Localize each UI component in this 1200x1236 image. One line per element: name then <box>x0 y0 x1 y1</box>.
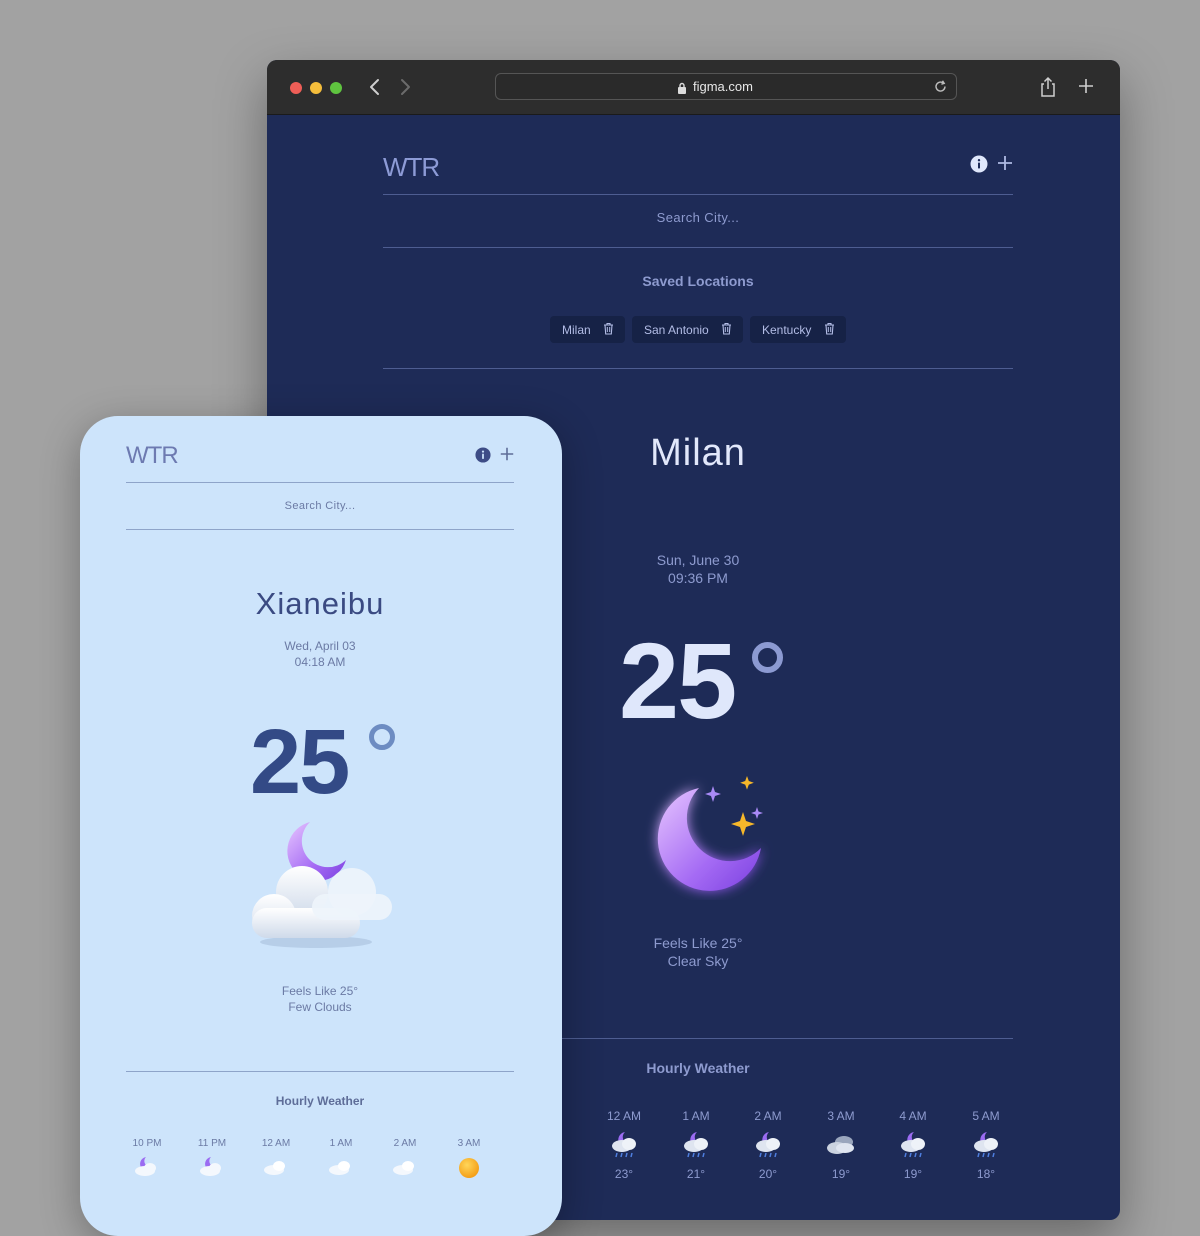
saved-locations-title: Saved Locations <box>642 273 754 289</box>
hour-label: 5 AM <box>972 1109 1000 1123</box>
hourly-item: 5 AM 18° <box>956 1109 1016 1181</box>
back-arrow-icon[interactable] <box>364 74 386 100</box>
time-text: 09:36 PM <box>668 570 728 586</box>
hour-label: 4 AM <box>899 1109 927 1123</box>
info-icon[interactable] <box>970 155 988 178</box>
add-location-plus-icon[interactable] <box>996 154 1014 177</box>
browser-titlebar: figma.com <box>267 60 1120 115</box>
new-tab-plus-icon[interactable] <box>1077 77 1095 100</box>
hourly-item: 3 AM 19° <box>811 1109 871 1181</box>
hour-label: 12 AM <box>606 1109 642 1123</box>
hourly-item: 3 AM <box>444 1138 494 1179</box>
hour-temp: 19° <box>903 1167 923 1181</box>
address-bar[interactable]: figma.com <box>495 73 957 100</box>
hour-label: 11 PM <box>197 1138 227 1149</box>
hourly-item: 2 AM 20° <box>738 1109 798 1181</box>
close-window-button[interactable] <box>290 82 302 94</box>
date-time: Wed, April 03 04:18 AM <box>126 638 514 670</box>
clouds-icon <box>827 1136 854 1154</box>
hour-temp: 18° <box>976 1167 996 1181</box>
zoom-window-button[interactable] <box>330 82 342 94</box>
divider <box>126 529 514 530</box>
hour-label: 3 AM <box>827 1109 855 1123</box>
hourly-weather-title: Hourly Weather <box>275 1094 365 1108</box>
trash-icon[interactable] <box>824 322 835 338</box>
hourly-item: 2 AM <box>380 1138 430 1179</box>
degree-symbol <box>369 724 395 750</box>
hourly-item: 11 PM <box>187 1138 237 1179</box>
info-icon[interactable] <box>475 447 491 468</box>
divider <box>383 368 1013 369</box>
hourly-item: 10 PM <box>122 1138 172 1179</box>
city-name: Xianeibu <box>255 586 385 621</box>
degree-symbol <box>752 642 783 673</box>
feels-like-text: Feels Like 25° <box>281 984 359 998</box>
saved-location-chip[interactable]: San Antonio <box>632 316 743 343</box>
moon-cloud-icon <box>135 1157 156 1176</box>
hour-temp: 23° <box>614 1167 634 1181</box>
moon-cloud-icon <box>200 1157 221 1176</box>
condition-text: Few Clouds <box>288 1000 352 1014</box>
search-city-input[interactable]: Search City... <box>383 210 1013 225</box>
saved-location-name: Milan <box>562 323 591 337</box>
condition-text: Clear Sky <box>667 953 729 969</box>
divider <box>383 194 1013 195</box>
moon-cloud-rain-icon <box>684 1132 708 1158</box>
moon-cloud-rain-icon <box>974 1132 998 1158</box>
forward-arrow-icon[interactable] <box>394 74 416 100</box>
saved-location-chip[interactable]: Kentucky <box>750 316 846 343</box>
add-location-plus-icon[interactable] <box>499 446 515 467</box>
hour-label: 1 AM <box>682 1109 710 1123</box>
feels-like-block: Feels Like 25° Few Clouds <box>126 983 514 1015</box>
moon-cloud-rain-icon <box>756 1132 780 1158</box>
divider <box>126 1071 514 1072</box>
app-logo: WTR <box>383 152 440 182</box>
hour-label: 2 AM <box>754 1109 782 1123</box>
reload-icon[interactable] <box>933 79 948 99</box>
sun-icon <box>459 1158 479 1178</box>
trash-icon[interactable] <box>603 322 614 338</box>
trash-icon[interactable] <box>721 322 732 338</box>
temperature-value: 25 <box>250 711 350 813</box>
feels-like-text: Feels Like 25° <box>653 935 743 951</box>
hourly-item: 12 AM 23° <box>594 1109 654 1181</box>
moon-cloud-rain-icon <box>901 1132 925 1158</box>
hour-label: 10 PM <box>132 1138 162 1149</box>
cloud-icon <box>329 1161 350 1175</box>
moon-stars-icon <box>657 776 763 891</box>
moon-cloud-rain-icon <box>612 1132 636 1158</box>
hour-label: 2 AM <box>393 1138 417 1149</box>
time-text: 04:18 AM <box>294 655 346 669</box>
hour-label: 12 AM <box>261 1138 291 1149</box>
hour-temp: 20° <box>758 1167 778 1181</box>
temperature-value: 25 <box>619 620 737 741</box>
share-icon[interactable] <box>1039 76 1057 103</box>
hourly-item: 12 AM <box>251 1138 301 1179</box>
date-text: Sun, June 30 <box>656 552 740 568</box>
hour-temp: 21° <box>686 1167 706 1181</box>
hour-temp: 19° <box>831 1167 851 1181</box>
divider <box>383 247 1013 248</box>
date-text: Wed, April 03 <box>284 639 356 653</box>
lock-icon <box>677 81 687 99</box>
cloud-icon <box>264 1161 285 1175</box>
minimize-window-button[interactable] <box>310 82 322 94</box>
hourly-item: 4 AM 19° <box>883 1109 943 1181</box>
saved-location-chip[interactable]: Milan <box>550 316 625 343</box>
app-logo: WTR <box>126 442 179 469</box>
hour-label: 1 AM <box>329 1138 353 1149</box>
hourly-item: 1 AM <box>316 1138 366 1179</box>
hourly-item: 1 AM 21° <box>666 1109 726 1181</box>
cloud-icon <box>393 1161 414 1175</box>
moon-cloud-icon <box>252 822 392 948</box>
divider <box>126 482 514 483</box>
url-text: figma.com <box>693 79 753 94</box>
hour-label: 3 AM <box>457 1138 481 1149</box>
mobile-weather-app: WTR Search City... Xianeibu Wed, April 0… <box>80 416 562 1236</box>
saved-location-name: Kentucky <box>762 323 812 337</box>
saved-location-name: San Antonio <box>644 323 709 337</box>
search-city-input[interactable]: Search City... <box>126 500 514 512</box>
